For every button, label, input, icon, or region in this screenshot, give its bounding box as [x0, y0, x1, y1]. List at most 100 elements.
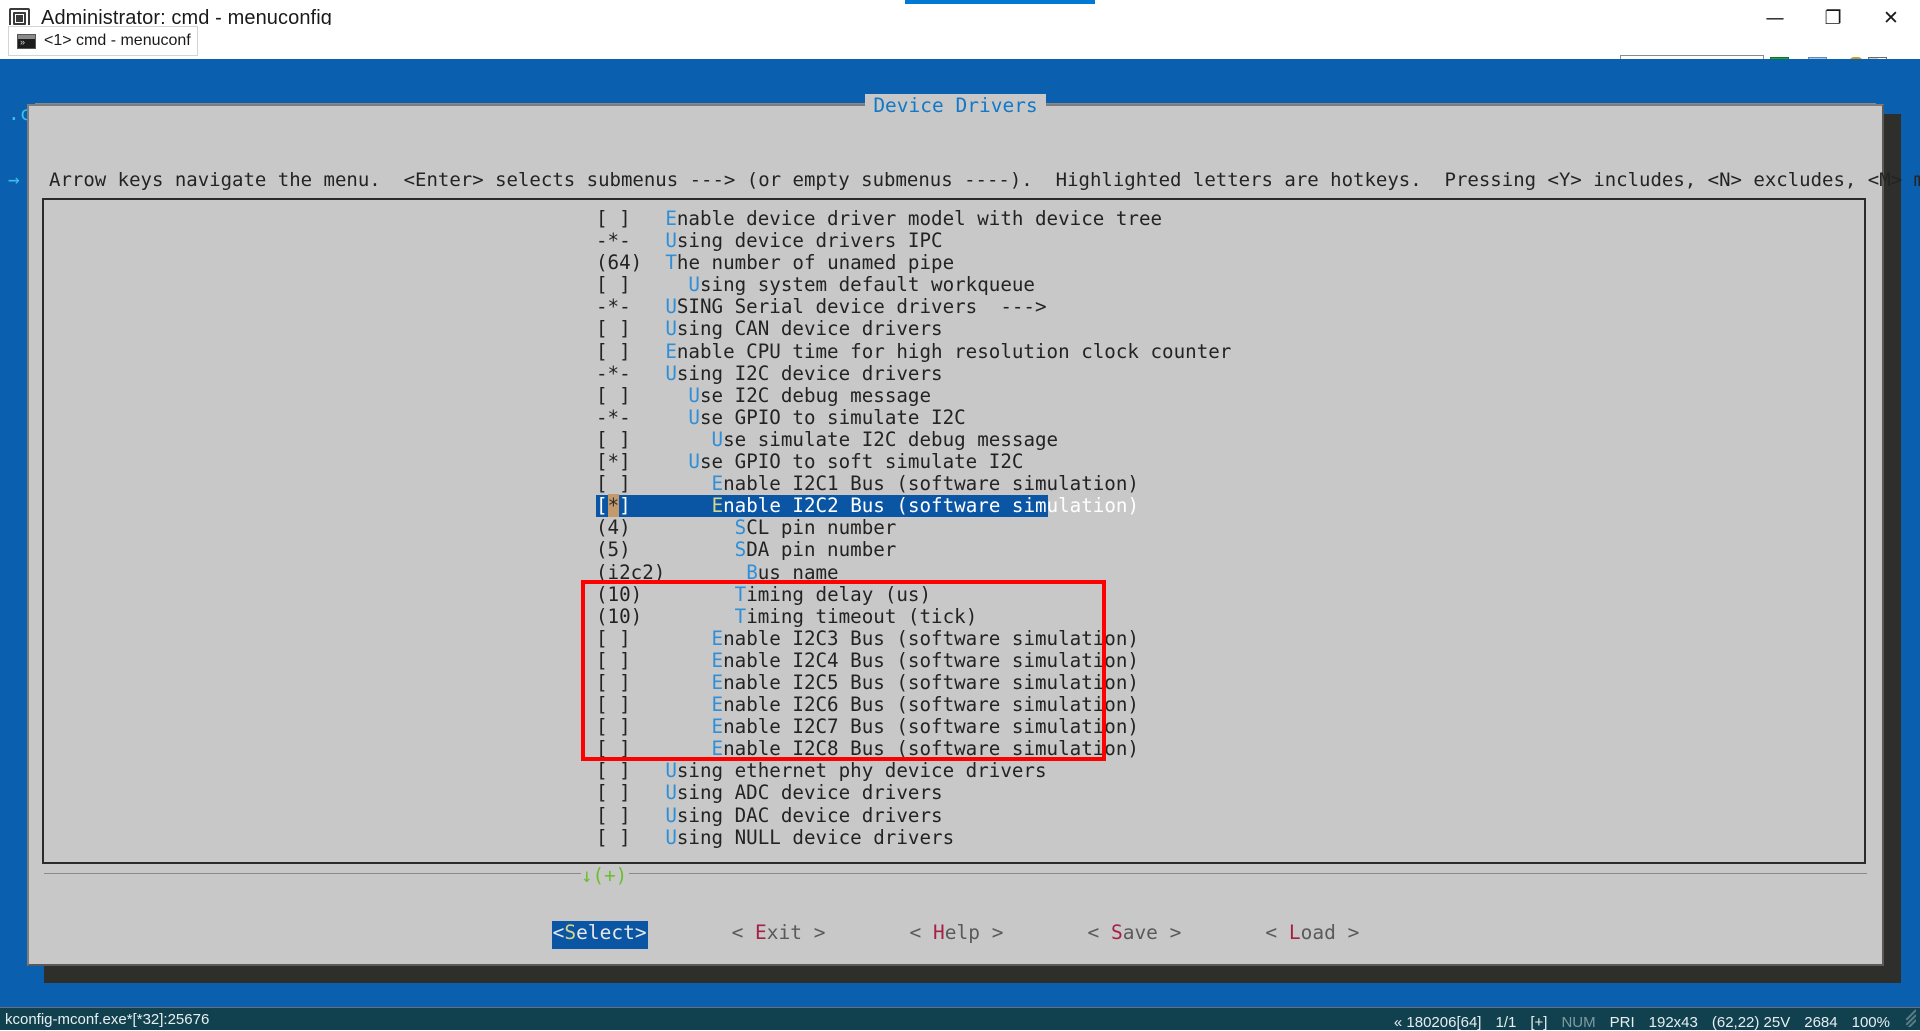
menu-item-hotkey: E: [711, 693, 724, 717]
button-bracket-left: <: [731, 921, 756, 944]
menu-item-hotkey: E: [711, 648, 724, 672]
menu-item-indent: [631, 295, 666, 318]
menu-item[interactable]: [ ] Enable device driver model with devi…: [44, 207, 1864, 230]
menu-item[interactable]: [ ] Enable I2C7 Bus (software simulation…: [44, 716, 1864, 738]
menu-item-hotkey: U: [665, 361, 677, 385]
menu-item-label: sing I2C device drivers: [676, 361, 943, 385]
menu-item[interactable]: [ ] Using DAC device drivers: [44, 804, 1864, 827]
menu-item[interactable]: [ ] Enable CPU time for high resolution …: [44, 339, 1864, 363]
dialog-title: Device Drivers: [29, 94, 1882, 117]
menu-item-indent: [631, 317, 666, 340]
menu-item[interactable]: (i2c2) Bus name: [44, 560, 1864, 584]
menu-item[interactable]: [ ] Using NULL device drivers: [44, 825, 1864, 849]
menu-item[interactable]: [ ] Enable I2C1 Bus (software simulation…: [44, 473, 1864, 495]
button-bracket-right: >: [979, 921, 1004, 944]
menu-item-hotkey: U: [665, 825, 677, 849]
dialog-button-row: <Select> < Exit > < Help > < Save > < Load >: [29, 921, 1882, 949]
menu-item[interactable]: [*] Use GPIO to soft simulate I2C: [44, 450, 1864, 473]
menu-item[interactable]: [ ] Use I2C debug message: [44, 383, 1864, 407]
button-bracket-right: >: [802, 921, 826, 944]
menu-item[interactable]: (10) Timing delay (us): [44, 582, 1864, 606]
menu-item[interactable]: [ ] Using system default workqueue: [44, 274, 1864, 296]
menu-item-mark: [ ]: [596, 648, 631, 672]
menu-item[interactable]: -*- USING Serial device drivers --->: [44, 296, 1864, 318]
menu-item-label: CL pin number: [746, 516, 897, 540]
menu-item-mark: [ ]: [596, 339, 631, 363]
scroll-down-indicator: ↓(+): [581, 864, 628, 887]
menu-item[interactable]: -*- Use GPIO to simulate I2C: [44, 405, 1864, 429]
menu-item[interactable]: [ ] Enable I2C4 Bus (software simulation…: [44, 648, 1864, 672]
menu-item[interactable]: (5) SDA pin number: [44, 539, 1864, 561]
menu-item-label: sing NULL device drivers: [676, 825, 955, 849]
menu-item[interactable]: -*- Using device drivers IPC: [44, 230, 1864, 252]
menu-item-indent: [631, 384, 689, 407]
menu-list[interactable]: [ ] Enable device driver model with devi…: [42, 198, 1866, 864]
button-save[interactable]: < Save >: [1087, 921, 1181, 949]
menu-item-mark: [ ]: [596, 759, 631, 783]
menu-item-mark: [ ]: [596, 670, 631, 694]
console-tab-icon: [17, 33, 36, 49]
menu-item-label: sing CAN device drivers: [676, 317, 943, 341]
menu-item[interactable]: -*- Using I2C device drivers: [44, 361, 1864, 385]
status-pages: 1/1: [1495, 1014, 1517, 1031]
menu-item-hotkey: U: [665, 317, 677, 341]
tab-strip: <1> cmd - menuconf: [0, 25, 1920, 78]
button-bracket-left: <: [909, 921, 933, 944]
menu-item[interactable]: [ ] Use simulate I2C debug message: [44, 428, 1864, 451]
button-bracket-right: >: [634, 921, 647, 944]
menu-item-label: SING Serial device drivers --->: [676, 295, 1047, 319]
resize-grip-icon[interactable]: [1896, 1007, 1916, 1027]
menu-item-mark: (10): [596, 604, 643, 628]
menu-item-mark: -*-: [596, 405, 631, 429]
menu-item[interactable]: [ ] Enable I2C5 Bus (software simulation…: [44, 670, 1864, 694]
menu-item-indent: [631, 273, 689, 296]
button-hotkey: E: [755, 921, 767, 944]
menu-item-mark: (5): [596, 538, 631, 562]
menu-item-hotkey: E: [711, 737, 724, 761]
menu-item-hotkey: T: [734, 604, 747, 628]
button-hotkey: H: [933, 921, 945, 944]
menu-list-rows: [ ] Enable device driver model with devi…: [44, 207, 1864, 849]
button-bracket-left: <: [552, 921, 565, 944]
menu-item[interactable]: (10) Timing timeout (tick): [44, 604, 1864, 628]
tab-label: <1> cmd - menuconf: [44, 32, 191, 49]
menu-item-mark: [ ]: [596, 693, 631, 717]
menu-item-label: sing system default workqueue: [699, 273, 1035, 297]
tab-cmd-menuconf[interactable]: <1> cmd - menuconf: [8, 26, 198, 56]
menu-item[interactable]: [ ] Using ADC device drivers: [44, 782, 1864, 804]
menu-item-label: DA pin number: [746, 538, 897, 562]
menu-item[interactable]: [ ] Enable I2C6 Bus (software simulation…: [44, 694, 1864, 716]
button-exit[interactable]: < Exit >: [732, 921, 826, 949]
menu-item[interactable]: [ ] Using ethernet phy device drivers: [44, 760, 1864, 782]
button-hotkey: S: [1110, 921, 1123, 944]
menu-item-indent: [631, 428, 712, 451]
menu-item-label: nable I2C3 Bus (software simulation): [723, 626, 1139, 650]
menu-item[interactable]: [ ] Enable I2C3 Bus (software simulation…: [44, 626, 1864, 650]
menu-item-hotkey: E: [665, 207, 677, 230]
status-build: « 180206[64]: [1393, 1014, 1482, 1031]
menu-item-label: iming delay (us): [746, 582, 932, 606]
menu-item-indent: [631, 538, 735, 561]
menu-item[interactable]: (64) The number of unamed pipe: [44, 252, 1864, 274]
menu-item-label: nable I2C6 Bus (software simulation): [723, 693, 1139, 717]
menu-item-indent: [631, 627, 712, 650]
status-plus: [+]: [1530, 1014, 1548, 1031]
menu-item-label: nable I2C2 Bus (software simulation): [723, 494, 1139, 518]
menu-item-hotkey: E: [711, 626, 724, 650]
menu-item-label: sing ADC device drivers: [676, 781, 943, 805]
status-count: 2684: [1804, 1014, 1838, 1031]
menu-item-indent: [642, 583, 734, 606]
button-help[interactable]: < Help >: [910, 921, 1004, 949]
button-load[interactable]: < Load >: [1265, 921, 1359, 949]
menu-item-label: se I2C debug message: [699, 383, 932, 407]
menu-item-indent: [631, 804, 666, 827]
button-select[interactable]: <Select>: [551, 921, 648, 949]
menu-item[interactable]: [ ] Using CAN device drivers: [44, 318, 1864, 340]
menu-item-hotkey: B: [746, 560, 758, 584]
menu-item[interactable]: (4) SCL pin number: [44, 517, 1864, 539]
menu-item[interactable]: [*] Enable I2C2 Bus (software simulation…: [596, 494, 1139, 518]
menu-item-indent: [631, 826, 666, 849]
menu-item[interactable]: [ ] Enable I2C8 Bus (software simulation…: [44, 738, 1864, 760]
menu-item-indent: [631, 362, 666, 385]
status-right-group: « 180206[64] 1/1 [+] NUM PRI 192x43 (62,…: [1380, 1007, 1916, 1031]
